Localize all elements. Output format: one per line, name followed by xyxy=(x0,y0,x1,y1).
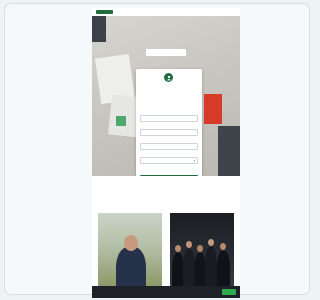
hero-photo-sticky-note xyxy=(116,116,126,126)
person-icon-glyph xyxy=(166,75,171,80)
form-field-1[interactable] xyxy=(140,115,198,122)
person-head xyxy=(186,241,192,248)
screenshot-canvas xyxy=(0,0,318,300)
team-photo-group xyxy=(170,213,234,293)
form-select-field[interactable] xyxy=(140,157,198,164)
landing-page xyxy=(92,8,240,298)
form-submit-button[interactable] xyxy=(140,175,198,176)
signup-form-card xyxy=(136,69,202,176)
hero-cta-button[interactable] xyxy=(146,49,186,56)
person-head xyxy=(175,245,181,252)
person-head xyxy=(197,245,203,252)
team-photo-individual xyxy=(98,213,162,293)
site-logo[interactable] xyxy=(96,10,113,14)
hero-photo-red-object xyxy=(204,94,222,124)
person-head xyxy=(220,243,226,250)
cookie-accept-button[interactable] xyxy=(222,289,236,295)
person-head xyxy=(208,239,214,246)
cookie-banner xyxy=(92,286,240,298)
hero-section xyxy=(92,16,240,176)
person-head xyxy=(124,235,138,251)
hero-photo-shadow xyxy=(92,16,106,42)
site-header xyxy=(92,8,240,16)
person-icon xyxy=(164,73,173,82)
hero-photo-sleeve xyxy=(218,126,240,176)
form-field-3[interactable] xyxy=(140,143,198,150)
form-field-2[interactable] xyxy=(140,129,198,136)
